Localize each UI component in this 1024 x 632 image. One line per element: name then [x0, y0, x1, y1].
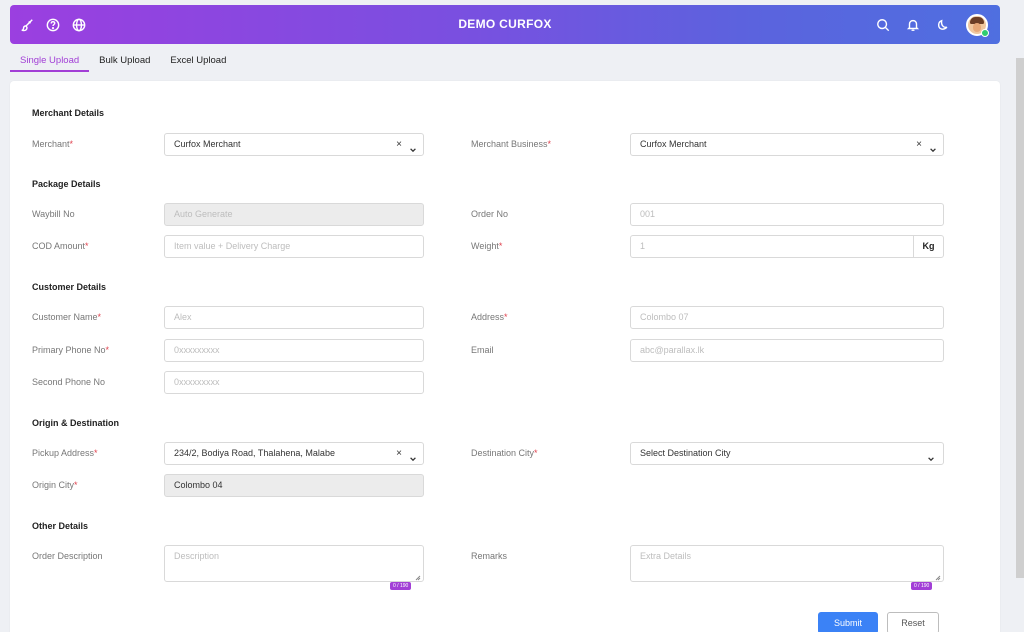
avatar-face — [973, 22, 981, 32]
pickup-address-label: Pickup Address* — [32, 448, 98, 458]
clear-pickup-address-icon[interactable]: × — [396, 443, 402, 464]
order-description-textarea[interactable]: Description — [164, 545, 424, 582]
order-no-label: Order No — [471, 209, 509, 219]
section-customer-details: Customer Details — [32, 282, 107, 292]
resize-handle-icon[interactable] — [415, 573, 421, 581]
destination-city-select[interactable]: Select Destination City — [630, 442, 944, 465]
email-input[interactable]: abc@parallax.lk — [630, 339, 944, 362]
remarks-textarea[interactable]: Extra Details — [630, 545, 944, 582]
section-merchant-details: Merchant Details — [32, 108, 105, 118]
remarks-placeholder: Extra Details — [640, 551, 692, 561]
moon-icon[interactable] — [936, 18, 950, 32]
origin-city-input: Colombo 04 — [164, 474, 424, 497]
section-origin-destination: Origin & Destination — [32, 418, 120, 428]
order-description-placeholder: Description — [174, 551, 220, 561]
chevron-down-icon[interactable] — [927, 450, 935, 461]
destination-city-select-value: Select Destination City — [640, 448, 731, 458]
second-phone-input[interactable]: 0xxxxxxxxx — [164, 371, 424, 394]
weight-label: Weight* — [471, 241, 503, 251]
cod-amount-input[interactable]: Item value + Delivery Charge — [164, 235, 424, 258]
destination-city-label: Destination City* — [471, 448, 538, 458]
customer-name-input[interactable]: Alex — [164, 306, 424, 329]
tab-excel-upload[interactable]: Excel Upload — [160, 52, 236, 72]
chevron-down-icon[interactable] — [409, 450, 417, 461]
address-label: Address* — [471, 312, 508, 322]
order-description-counter: 0 / 190 — [390, 582, 412, 590]
merchant-label: Merchant* — [32, 139, 74, 149]
waybill-input: Auto Generate — [164, 203, 424, 226]
primary-phone-input[interactable]: 0xxxxxxxxx — [164, 339, 424, 362]
primary-phone-label: Primary Phone No* — [32, 345, 110, 355]
pickup-address-select[interactable]: 234/2, Bodiya Road, Thalahena, Malabe × — [164, 442, 424, 465]
order-description-label: Order Description — [32, 551, 103, 561]
bell-icon[interactable] — [906, 18, 920, 32]
cod-amount-label: COD Amount* — [32, 241, 89, 251]
address-input[interactable]: Colombo 07 — [630, 306, 944, 329]
remarks-counter: 0 / 190 — [911, 582, 933, 590]
single-upload-form: Merchant Details Merchant* Curfox Mercha… — [10, 81, 1000, 632]
tab-bulk-upload[interactable]: Bulk Upload — [89, 52, 160, 72]
merchant-business-select-value: Curfox Merchant — [640, 139, 707, 149]
origin-city-label: Origin City* — [32, 480, 78, 490]
upload-tabs: Single Upload Bulk Upload Excel Upload — [10, 52, 236, 72]
online-status-icon — [981, 28, 989, 37]
resize-handle-icon[interactable] — [935, 573, 941, 581]
page-scrollbar[interactable] — [1016, 58, 1024, 578]
waybill-label: Waybill No — [32, 209, 75, 219]
section-other-details: Other Details — [32, 521, 89, 531]
customer-name-label: Customer Name* — [32, 312, 102, 322]
email-label: Email — [471, 345, 494, 355]
top-bar: DEMO CURFOX — [10, 5, 1000, 44]
clear-merchant-business-icon[interactable]: × — [916, 134, 922, 155]
clear-merchant-icon[interactable]: × — [396, 134, 402, 155]
submit-button[interactable]: Submit — [818, 612, 878, 632]
merchant-business-select[interactable]: Curfox Merchant × — [630, 133, 944, 156]
chevron-down-icon[interactable] — [929, 141, 937, 152]
merchant-select-value: Curfox Merchant — [174, 139, 241, 149]
merchant-business-label: Merchant Business* — [471, 139, 552, 149]
merchant-select[interactable]: Curfox Merchant × — [164, 133, 424, 156]
user-avatar[interactable] — [966, 13, 989, 37]
top-bar-right-icons — [876, 5, 989, 44]
app-title: DEMO CURFOX — [458, 17, 552, 31]
section-package-details: Package Details — [32, 179, 101, 189]
remarks-label: Remarks — [471, 551, 508, 561]
weight-placeholder: 1 — [640, 241, 646, 251]
weight-unit: Kg — [913, 236, 943, 257]
second-phone-label: Second Phone No — [32, 377, 106, 387]
tab-single-upload[interactable]: Single Upload — [10, 52, 90, 72]
search-icon[interactable] — [876, 18, 890, 32]
chevron-down-icon[interactable] — [409, 141, 417, 152]
order-no-input[interactable]: 001 — [630, 203, 944, 226]
reset-button[interactable]: Reset — [887, 612, 939, 632]
pickup-address-select-value: 234/2, Bodiya Road, Thalahena, Malabe — [174, 448, 335, 458]
weight-input[interactable]: 1 Kg — [630, 235, 944, 258]
